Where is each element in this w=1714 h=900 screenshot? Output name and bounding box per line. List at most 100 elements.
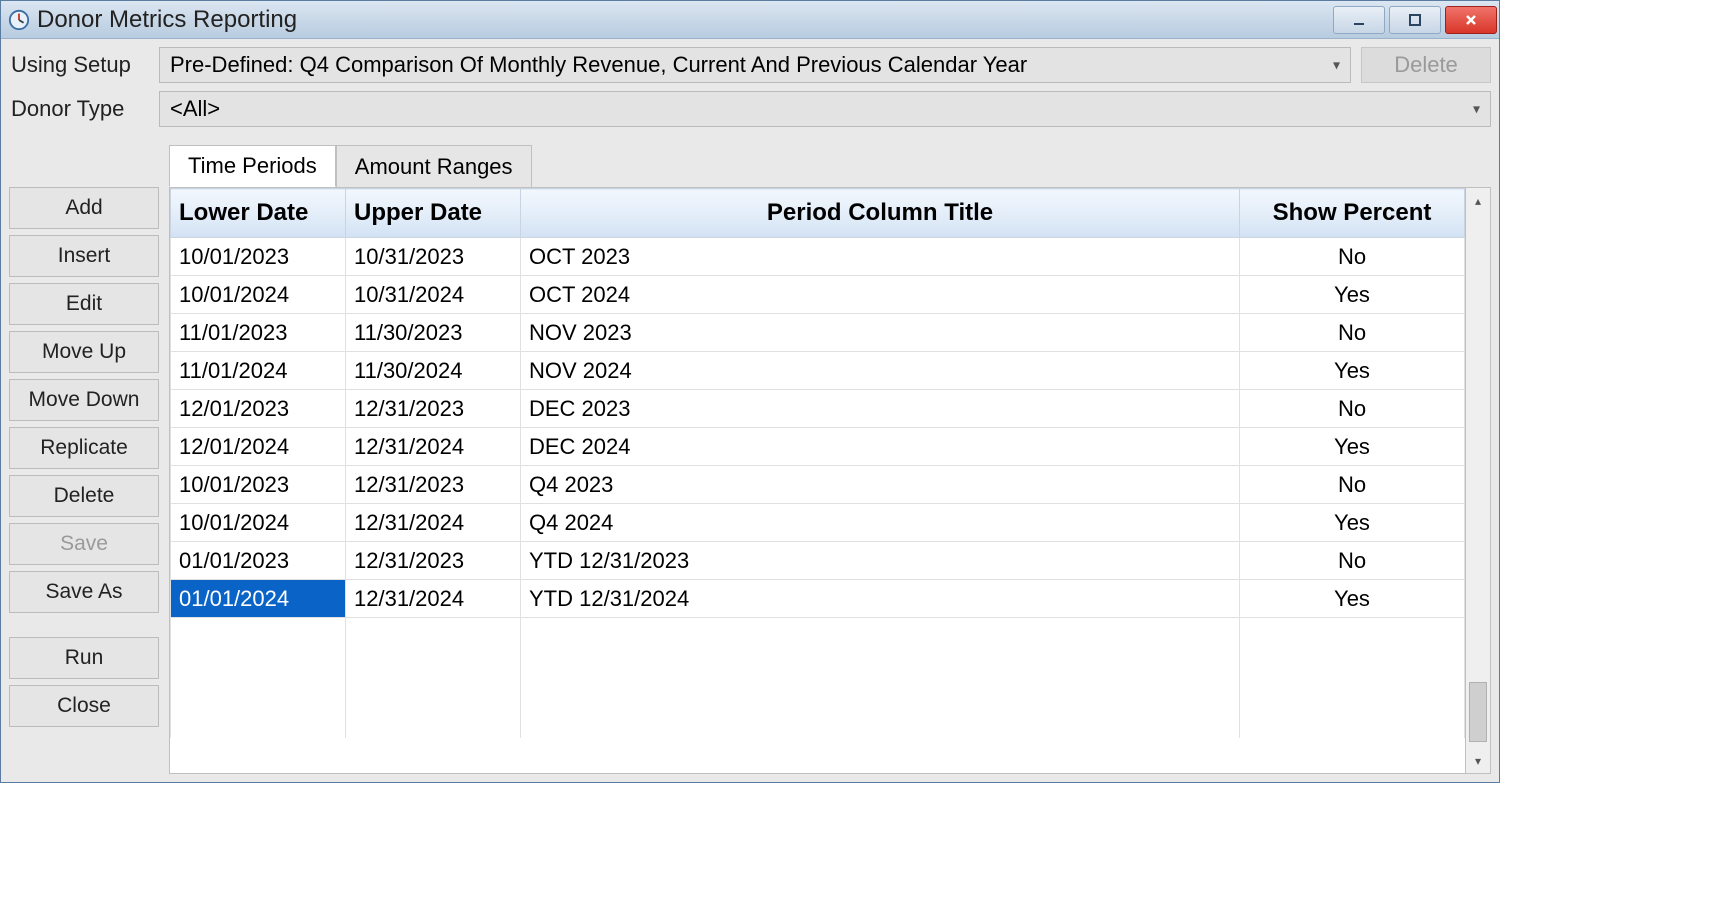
table-row[interactable]: 01/01/202312/31/2023YTD 12/31/2023No [171, 542, 1465, 580]
cell-title[interactable]: YTD 12/31/2024 [521, 580, 1240, 618]
move-up-button[interactable]: Move Up [9, 331, 159, 373]
cell-show[interactable]: No [1240, 238, 1465, 276]
donor-type-dropdown[interactable]: <All> ▾ [159, 91, 1491, 127]
cell-upper[interactable]: 11/30/2023 [346, 314, 521, 352]
table-row[interactable]: 10/01/202310/31/2023OCT 2023No [171, 238, 1465, 276]
delete-row-button[interactable]: Delete [9, 475, 159, 517]
cell-lower[interactable]: 12/01/2024 [171, 428, 346, 466]
cell-upper[interactable]: 12/31/2024 [346, 428, 521, 466]
periods-table: Lower Date Upper Date Period Column Titl… [170, 188, 1465, 738]
scroll-down-arrow-icon[interactable]: ▾ [1466, 748, 1490, 773]
cell-lower[interactable]: 10/01/2023 [171, 466, 346, 504]
cell-lower[interactable]: 10/01/2024 [171, 504, 346, 542]
tabs: Time Periods Amount Ranges [169, 145, 1491, 187]
cell-upper[interactable]: 12/31/2023 [346, 466, 521, 504]
cell-title[interactable]: NOV 2024 [521, 352, 1240, 390]
cell-title[interactable]: OCT 2024 [521, 276, 1240, 314]
cell-lower[interactable]: 10/01/2023 [171, 238, 346, 276]
using-setup-label: Using Setup [9, 52, 159, 78]
table-row[interactable]: 11/01/202411/30/2024NOV 2024Yes [171, 352, 1465, 390]
table-wrap: Lower Date Upper Date Period Column Titl… [169, 187, 1491, 774]
run-button[interactable]: Run [9, 637, 159, 679]
cell-show[interactable]: No [1240, 542, 1465, 580]
using-setup-value: Pre-Defined: Q4 Comparison Of Monthly Re… [170, 52, 1027, 78]
cell-upper[interactable]: 12/31/2024 [346, 504, 521, 542]
table-zone: Time Periods Amount Ranges Lower Date [169, 145, 1491, 774]
body: Using Setup Pre-Defined: Q4 Comparison O… [1, 39, 1499, 782]
cell-show[interactable]: Yes [1240, 352, 1465, 390]
save-as-button[interactable]: Save As [9, 571, 159, 613]
table-row[interactable]: 10/01/202410/31/2024OCT 2024Yes [171, 276, 1465, 314]
table-empty-space [171, 618, 1465, 738]
col-lower-date[interactable]: Lower Date [171, 189, 346, 238]
cell-lower[interactable]: 12/01/2023 [171, 390, 346, 428]
table-row[interactable]: 10/01/202412/31/2024Q4 2024Yes [171, 504, 1465, 542]
cell-upper[interactable]: 12/31/2023 [346, 542, 521, 580]
cell-show[interactable]: Yes [1240, 428, 1465, 466]
close-button[interactable]: Close [9, 685, 159, 727]
donor-type-value: <All> [170, 96, 220, 122]
cell-show[interactable]: No [1240, 390, 1465, 428]
side-button-column: Add Insert Edit Move Up Move Down Replic… [9, 145, 159, 774]
scroll-thumb[interactable] [1469, 682, 1487, 742]
save-button[interactable]: Save [9, 523, 159, 565]
scroll-track[interactable] [1466, 213, 1490, 748]
donor-type-label: Donor Type [9, 96, 159, 122]
cell-lower[interactable]: 11/01/2024 [171, 352, 346, 390]
cell-show[interactable]: Yes [1240, 504, 1465, 542]
maximize-button[interactable] [1389, 6, 1441, 34]
cell-title[interactable]: Q4 2023 [521, 466, 1240, 504]
table-row[interactable]: 01/01/202412/31/2024YTD 12/31/2024Yes [171, 580, 1465, 618]
cell-upper[interactable]: 12/31/2024 [346, 580, 521, 618]
table-row[interactable]: 10/01/202312/31/2023Q4 2023No [171, 466, 1465, 504]
chevron-down-icon: ▾ [1473, 101, 1480, 118]
cell-lower[interactable]: 01/01/2023 [171, 542, 346, 580]
delete-setup-button[interactable]: Delete [1361, 47, 1491, 83]
cell-title[interactable]: DEC 2023 [521, 390, 1240, 428]
main-content: Add Insert Edit Move Up Move Down Replic… [9, 145, 1491, 774]
cell-title[interactable]: OCT 2023 [521, 238, 1240, 276]
table-header-row: Lower Date Upper Date Period Column Titl… [171, 189, 1465, 238]
cell-upper[interactable]: 10/31/2023 [346, 238, 521, 276]
cell-show[interactable]: Yes [1240, 580, 1465, 618]
tab-amount-ranges[interactable]: Amount Ranges [336, 145, 532, 187]
table-row[interactable]: 12/01/202412/31/2024DEC 2024Yes [171, 428, 1465, 466]
col-show-percent[interactable]: Show Percent [1240, 189, 1465, 238]
cell-show[interactable]: Yes [1240, 276, 1465, 314]
cell-show[interactable]: No [1240, 314, 1465, 352]
chevron-down-icon: ▾ [1333, 57, 1340, 74]
cell-title[interactable]: YTD 12/31/2023 [521, 542, 1240, 580]
cell-lower[interactable]: 01/01/2024 [171, 580, 346, 618]
cell-lower[interactable]: 10/01/2024 [171, 276, 346, 314]
minimize-button[interactable] [1333, 6, 1385, 34]
titlebar: Donor Metrics Reporting [1, 1, 1499, 39]
cell-title[interactable]: DEC 2024 [521, 428, 1240, 466]
insert-button[interactable]: Insert [9, 235, 159, 277]
cell-upper[interactable]: 10/31/2024 [346, 276, 521, 314]
scroll-up-arrow-icon[interactable]: ▴ [1466, 188, 1490, 213]
app-window: Donor Metrics Reporting Using Setup Pre-… [0, 0, 1500, 783]
edit-button[interactable]: Edit [9, 283, 159, 325]
cell-title[interactable]: NOV 2023 [521, 314, 1240, 352]
col-upper-date[interactable]: Upper Date [346, 189, 521, 238]
cell-upper[interactable]: 11/30/2024 [346, 352, 521, 390]
table-scroll: Lower Date Upper Date Period Column Titl… [170, 188, 1465, 773]
cell-title[interactable]: Q4 2024 [521, 504, 1240, 542]
replicate-button[interactable]: Replicate [9, 427, 159, 469]
app-icon [7, 8, 31, 32]
move-down-button[interactable]: Move Down [9, 379, 159, 421]
table-row[interactable]: 12/01/202312/31/2023DEC 2023No [171, 390, 1465, 428]
col-period-title[interactable]: Period Column Title [521, 189, 1240, 238]
close-window-button[interactable] [1445, 6, 1497, 34]
tab-time-periods[interactable]: Time Periods [169, 145, 336, 187]
vertical-scrollbar[interactable]: ▴ ▾ [1465, 188, 1490, 773]
cell-show[interactable]: No [1240, 466, 1465, 504]
using-setup-dropdown[interactable]: Pre-Defined: Q4 Comparison Of Monthly Re… [159, 47, 1351, 83]
cell-upper[interactable]: 12/31/2023 [346, 390, 521, 428]
cell-lower[interactable]: 11/01/2023 [171, 314, 346, 352]
table-row[interactable]: 11/01/202311/30/2023NOV 2023No [171, 314, 1465, 352]
window-title: Donor Metrics Reporting [37, 6, 1333, 34]
using-setup-row: Using Setup Pre-Defined: Q4 Comparison O… [9, 47, 1491, 83]
donor-type-row: Donor Type <All> ▾ [9, 91, 1491, 127]
add-button[interactable]: Add [9, 187, 159, 229]
